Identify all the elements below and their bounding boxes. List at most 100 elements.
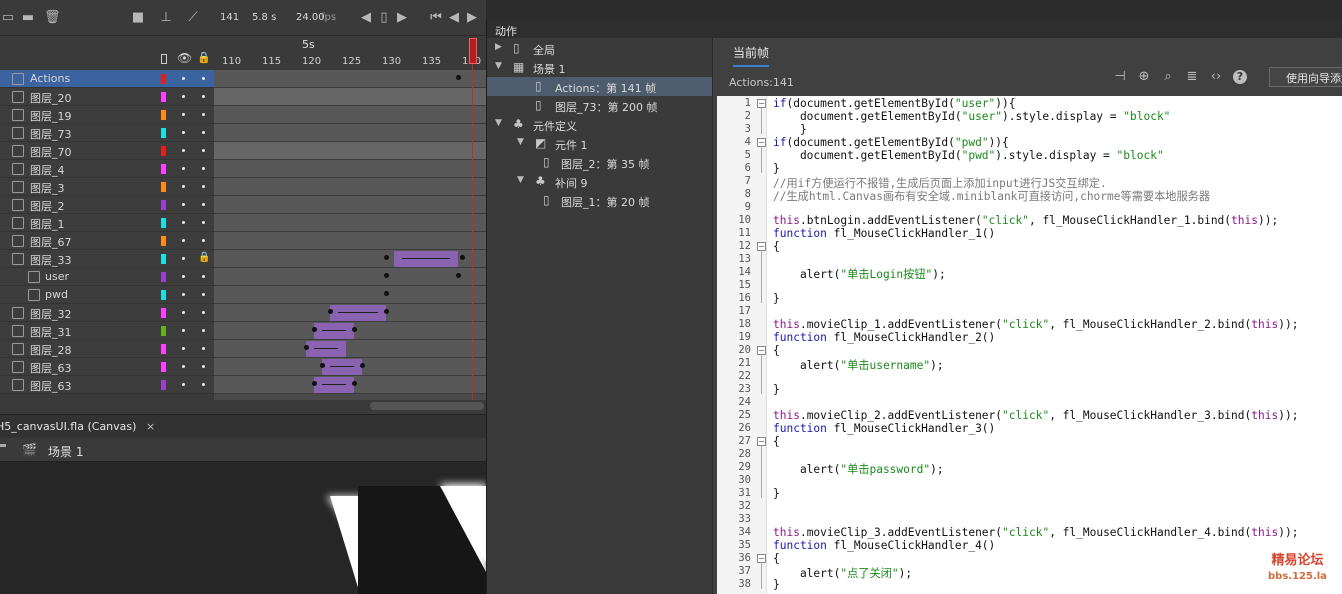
step-back-icon[interactable]: ◀ [446, 10, 462, 26]
trash-icon[interactable]: 🗑 [44, 10, 61, 26]
help-icon[interactable]: ? [1233, 70, 1247, 84]
layer-name[interactable]: 图层_28 [30, 342, 72, 358]
tree-node[interactable]: ▯ 图层_73：第 200 帧 [487, 96, 712, 115]
frame-row[interactable] [214, 286, 486, 304]
code-line[interactable]: this.btnLogin.addEventListener("click", … [773, 214, 1278, 227]
layer-row[interactable]: 图层_20 [0, 88, 214, 106]
layer-name[interactable]: 图层_3 [30, 180, 65, 196]
visibility-dot[interactable] [182, 365, 185, 368]
layer-row[interactable]: 图层_2 [0, 196, 214, 214]
frame-row[interactable] [214, 358, 486, 376]
frame-row[interactable] [214, 232, 486, 250]
code-line[interactable]: if(document.getElementById("user")){ [773, 97, 1016, 110]
layer-row[interactable]: 图层_31 [0, 322, 214, 340]
layer-color-swatch[interactable] [161, 146, 166, 156]
prev-keyframe-icon[interactable]: ◀ [358, 10, 374, 26]
layer-row[interactable]: 图层_3 [0, 178, 214, 196]
code-line[interactable]: this.movieClip_1.addEventListener("click… [773, 318, 1298, 331]
layer-color-swatch[interactable] [161, 380, 166, 390]
motion-tween-span[interactable] [306, 341, 346, 357]
frame-row[interactable] [214, 250, 486, 268]
frame-row[interactable] [214, 160, 486, 178]
frame-grid[interactable] [214, 70, 486, 400]
lock-dot[interactable] [202, 221, 205, 224]
layer-color-swatch[interactable] [161, 344, 166, 354]
layer-color-swatch[interactable] [161, 272, 166, 282]
keyframe[interactable] [352, 381, 357, 386]
frame-row[interactable] [214, 196, 486, 214]
folder-icon[interactable]: ▬ [20, 10, 36, 26]
tree-node[interactable]: ▯ Actions：第 141 帧 [487, 77, 712, 96]
code-line[interactable]: } [773, 123, 807, 136]
code-line[interactable]: function fl_MouseClickHandler_4() [773, 539, 995, 552]
fold-toggle-icon[interactable]: − [757, 554, 766, 563]
lock-dot[interactable] [202, 77, 205, 80]
timeline-scrollbar[interactable] [370, 402, 484, 410]
tree-node[interactable]: ▯ 图层_2：第 35 帧 [487, 153, 712, 172]
layer-row[interactable]: 图层_70 [0, 142, 214, 160]
fold-toggle-icon[interactable]: − [757, 437, 766, 446]
layer-row[interactable]: 图层_63 [0, 376, 214, 394]
layer-name[interactable]: pwd [45, 288, 68, 301]
layer-name[interactable]: 图层_4 [30, 162, 65, 178]
lock-icon[interactable]: 🔒 [198, 252, 210, 263]
code-line[interactable]: alert("单击Login按钮"); [773, 266, 946, 282]
layer-name[interactable]: 图层_63 [30, 378, 72, 394]
layer-row[interactable]: 图层_33 🔒 [0, 250, 214, 268]
tree-node[interactable]: ▯ 图层_1：第 20 帧 [487, 191, 712, 210]
frame-row[interactable] [214, 214, 486, 232]
frame-row[interactable] [214, 142, 486, 160]
code-line[interactable]: { [773, 552, 780, 565]
lock-dot[interactable] [202, 113, 205, 116]
eye-icon[interactable]: 👁 [177, 51, 192, 65]
code-line[interactable]: } [773, 292, 780, 305]
tree-node[interactable]: ▼ ♣ 元件定义 [487, 115, 712, 134]
visibility-dot[interactable] [182, 167, 185, 170]
frame-row[interactable] [214, 304, 486, 322]
lock-dot[interactable] [202, 383, 205, 386]
layer-color-swatch[interactable] [161, 200, 166, 210]
keyframe[interactable] [352, 327, 357, 332]
layer-color-swatch[interactable] [161, 182, 166, 192]
keyframe[interactable] [312, 327, 317, 332]
visibility-dot[interactable] [182, 347, 185, 350]
keyframe[interactable] [456, 273, 461, 278]
layer-name[interactable]: 图层_20 [30, 90, 72, 106]
lock-dot[interactable] [202, 95, 205, 98]
layer-row[interactable]: 图层_28 [0, 340, 214, 358]
layer-row[interactable]: 图层_73 [0, 124, 214, 142]
code-editor[interactable]: 1 2 3 4 5 6 7 8 9 10 11 12 13 14 15 16 17 18 19 20 21 22 23 24 2… [717, 96, 1342, 594]
frame-row[interactable] [214, 88, 486, 106]
layer-row[interactable]: 图层_4 [0, 160, 214, 178]
keyframe[interactable] [360, 363, 365, 368]
layer-row[interactable]: 图层_67 [0, 232, 214, 250]
frame-ruler[interactable]: 5s 110 115 120 125 130 135 140 [214, 36, 486, 70]
code-line[interactable]: } [773, 578, 780, 591]
visibility-dot[interactable] [182, 95, 185, 98]
layer-color-swatch[interactable] [161, 308, 166, 318]
code-line[interactable]: this.movieClip_3.addEventListener("click… [773, 526, 1298, 539]
code-line[interactable]: alert("单击password"); [773, 461, 944, 477]
visibility-dot[interactable] [182, 203, 185, 206]
keyframe[interactable] [456, 75, 461, 80]
layer-color-swatch[interactable] [161, 92, 166, 102]
layer-name[interactable]: 图层_70 [30, 144, 72, 160]
elapsed-time[interactable]: 5.8 s [252, 12, 276, 23]
lock-dot[interactable] [202, 203, 205, 206]
back-arrow-icon[interactable] [0, 444, 6, 447]
code-line[interactable]: this.movieClip_2.addEventListener("click… [773, 409, 1298, 422]
collapse-arrow-icon[interactable]: ▼ [495, 118, 502, 128]
tree-node[interactable]: ▼ ◩ 元件 1 [487, 134, 712, 153]
motion-tween-span[interactable] [394, 251, 458, 267]
scene-label[interactable]: 场景 1 [48, 443, 83, 460]
code-line[interactable]: if(document.getElementById("pwd")){ [773, 136, 1009, 149]
visibility-dot[interactable] [182, 77, 185, 80]
layer-row[interactable]: 图层_32 [0, 304, 214, 322]
frame-row[interactable] [214, 106, 486, 124]
motion-tween-span[interactable] [314, 323, 354, 339]
keyframe[interactable] [312, 381, 317, 386]
play-icon[interactable]: ▶ [464, 10, 480, 26]
document-tab[interactable]: H5_canvasUI.fla (Canvas) × [0, 415, 163, 439]
layer-parenting-icon[interactable]: ⊥ [158, 10, 174, 26]
code-line[interactable]: { [773, 435, 780, 448]
